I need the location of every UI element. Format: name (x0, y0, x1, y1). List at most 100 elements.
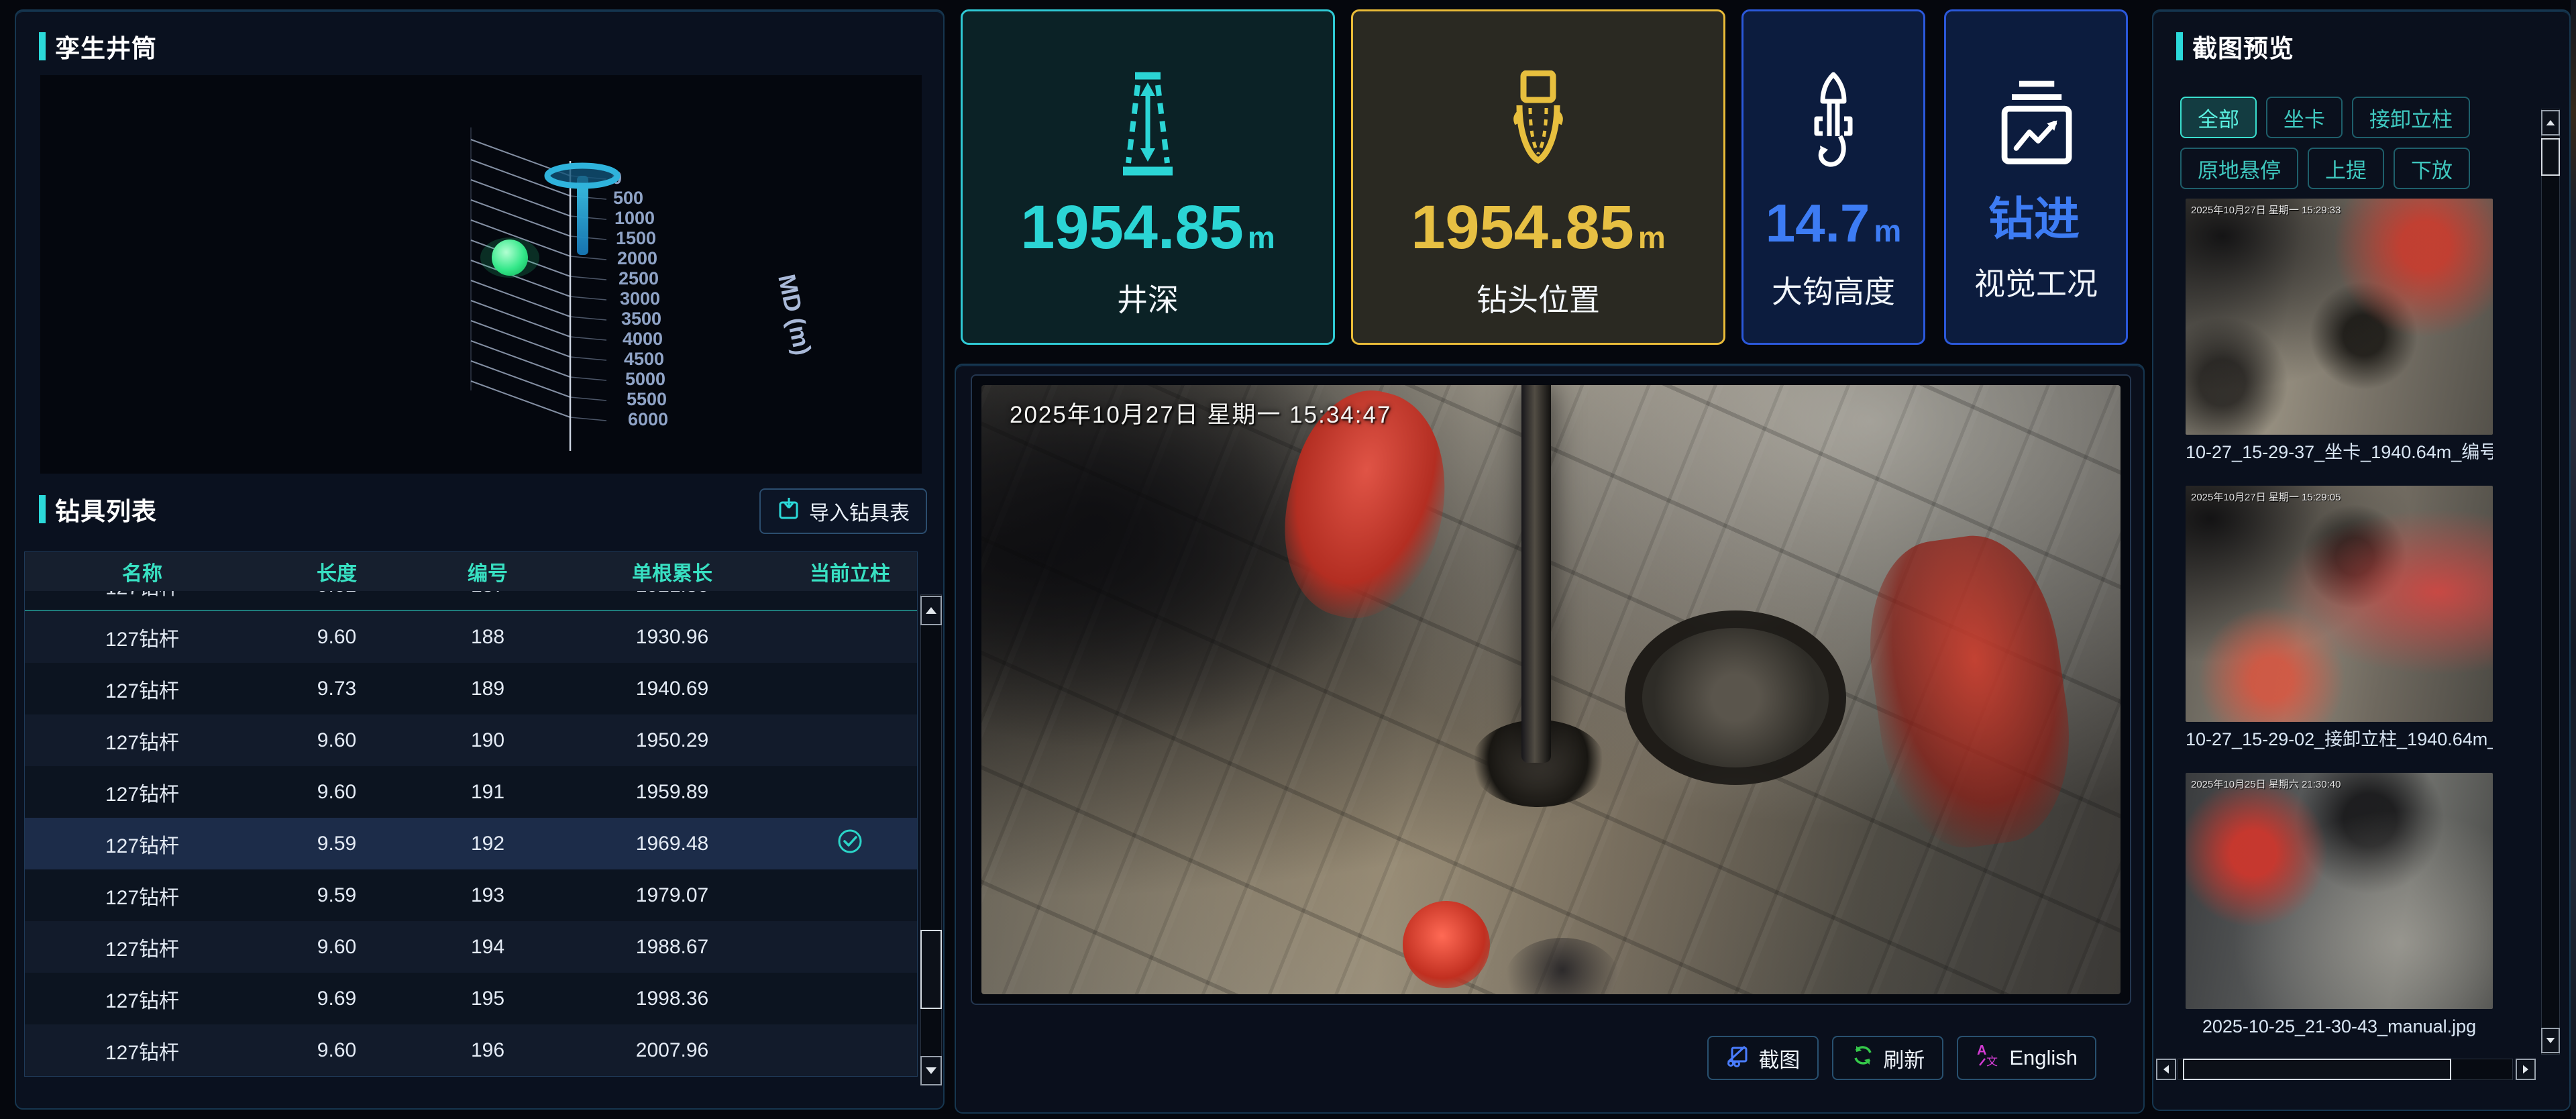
table-row[interactable]: 127钻杆 9.59 192 1969.48 (25, 818, 917, 869)
wellbore-3d-canvas: 0500100015002000250030003500400045005000… (40, 75, 922, 474)
wellbore-3d-view[interactable]: 0500100015002000250030003500400045005000… (40, 75, 922, 474)
chart-monitor-icon (1996, 70, 2076, 178)
hook-icon (1796, 70, 1870, 178)
drill-list-title: 钻具列表 (39, 491, 157, 527)
thumbnail-timestamp-overlay: 2025年10月25日 星期六 21:30:40 (2191, 777, 2341, 791)
col-header-number: 编号 (414, 557, 561, 586)
table-row[interactable]: 127钻杆 9.60 188 1930.96 (25, 611, 917, 663)
thumbnail-image[interactable]: 2025年10月27日 星期一 15:29:33 (2186, 199, 2493, 435)
filter-button-6[interactable]: 下放 (2394, 148, 2470, 189)
preview-scroll-down-button[interactable] (2541, 1028, 2560, 1053)
panel-title-text: 孪生井筒 (55, 28, 157, 64)
svg-text:5500: 5500 (627, 389, 667, 409)
thumbnail-caption: 2025-10-25_21-30-43_manual.jpg (2186, 1014, 2493, 1038)
twin-wellbore-title: 孪生井筒 (39, 28, 157, 64)
screenshot-thumbnail[interactable]: 2025年10月25日 星期六 21:30:40 2025-10-25_21-3… (2186, 773, 2493, 1038)
thumbnail-image[interactable]: 2025年10月27日 星期一 15:29:05 (2186, 486, 2493, 722)
screenshot-thumbnail[interactable]: 2025年10月27日 星期一 15:29:05 10-27_15-29-02_… (2186, 486, 2493, 751)
filter-button-3[interactable]: 接卸立柱 (2352, 97, 2470, 138)
arrow-down-icon (926, 1067, 936, 1074)
wellhead-ring-3d (547, 166, 617, 186)
drill-table-body: 127钻杆 9.60 188 1930.96 127钻杆 9.73 189 19… (25, 611, 917, 1076)
col-header-current-stand: 当前立柱 (783, 557, 917, 586)
import-icon (777, 496, 801, 526)
table-row[interactable]: 127钻杆 9.69 195 1998.36 (25, 973, 917, 1024)
thumbnail-image[interactable]: 2025年10月25日 星期六 21:30:40 (2186, 773, 2493, 1009)
bit-position-label: 钻头位置 (1477, 276, 1600, 320)
screenshot-button[interactable]: 截图 (1707, 1036, 1819, 1080)
arrow-up-icon (2546, 120, 2555, 125)
video-feed[interactable]: 2025年10月27日 星期一 15:34:47 (981, 385, 2121, 994)
preview-scrollbar-track[interactable] (2541, 109, 2560, 1055)
thumbnail-caption: 10-27_15-29-02_接卸立柱_1940.64m_编号 (2186, 727, 2493, 751)
col-header-length: 长度 (260, 557, 414, 586)
preview-scroll-left-button[interactable] (2156, 1059, 2176, 1080)
table-scroll-up-button[interactable] (920, 596, 942, 625)
clipped-edge-content (2571, 0, 2576, 1119)
svg-text:4500: 4500 (624, 349, 664, 369)
table-row[interactable]: 127钻杆 9.73 189 1940.69 (25, 663, 917, 714)
table-row[interactable]: 127钻杆 9.59 193 1979.07 (25, 869, 917, 921)
col-header-name: 名称 (25, 557, 260, 586)
table-row[interactable]: 127钻杆 9.60 194 1988.67 (25, 921, 917, 973)
svg-text:1500: 1500 (616, 228, 656, 248)
table-row[interactable]: 127钻杆 9.60 190 1950.29 (25, 714, 917, 766)
preview-scroll-up-button[interactable] (2541, 110, 2560, 136)
thumbnail-timestamp-overlay: 2025年10月27日 星期一 15:29:33 (2191, 203, 2341, 217)
filter-button-2[interactable]: 坐卡 (2266, 97, 2343, 138)
well-depth-icon (1108, 70, 1188, 178)
filter-button-4[interactable]: 原地悬停 (2180, 148, 2298, 189)
video-drill-pipe (1521, 385, 1551, 763)
table-row[interactable]: 127钻杆 9.60 191 1959.89 (25, 766, 917, 818)
hook-height-card: 14.7 m 大钩高度 (1741, 9, 1925, 345)
arrow-left-icon (2163, 1065, 2169, 1074)
arrow-up-icon (926, 607, 936, 614)
check-icon (836, 827, 864, 861)
twin-wellbore-panel: 孪生井筒 05001000150020002500300035004000450… (15, 9, 945, 1110)
thumbnail-timestamp-overlay: 2025年10月27日 星期一 15:29:05 (2191, 490, 2341, 504)
video-timestamp-overlay: 2025年10月27日 星期一 15:34:47 (1010, 396, 1391, 430)
screenshot-preview-title-text: 截图预览 (2192, 28, 2294, 64)
preview-scroll-right-button[interactable] (2516, 1059, 2536, 1080)
visual-condition-label: 视觉工况 (1974, 260, 2098, 304)
svg-text:1000: 1000 (614, 208, 655, 228)
preview-scrollbar-thumb[interactable] (2541, 138, 2560, 176)
thumbnail-caption: 10-27_15-29-37_坐卡_1940.64m_编号_1 (2186, 440, 2493, 464)
refresh-button[interactable]: 刷新 (1832, 1036, 1943, 1080)
md-axis-label: MD (m) (773, 272, 816, 358)
clipped-table-row[interactable]: 127钻杆 9.61 187 1921.36 (25, 591, 917, 611)
well-depth-card: 1954.85 m 井深 (961, 9, 1335, 345)
preview-hscrollbar-thumb[interactable] (2183, 1059, 2451, 1080)
well-depth-label: 井深 (1117, 276, 1179, 320)
visual-condition-value: 钻进 (1988, 197, 2084, 242)
visual-condition-card: 钻进 视觉工况 (1944, 9, 2128, 345)
arrow-down-icon (2546, 1038, 2555, 1043)
drill-table-header: 名称 长度 编号 单根累长 当前立柱 (25, 552, 917, 591)
svg-text:6000: 6000 (628, 409, 668, 429)
table-scrollbar-thumb[interactable] (920, 930, 942, 1009)
language-toggle-button[interactable]: A 文 English (1957, 1036, 2096, 1080)
svg-text:2000: 2000 (617, 248, 657, 268)
screenshot-thumbnail[interactable]: 2025年10月27日 星期一 15:29:33 10-27_15-29-37_… (2186, 199, 2493, 464)
svg-text:文: 文 (1986, 1055, 1998, 1068)
screenshot-filter-group: 全部坐卡接卸立柱原地悬停上提下放 (2180, 97, 2542, 189)
drill-bit-icon (1498, 70, 1578, 178)
filter-button-1[interactable]: 全部 (2180, 97, 2257, 138)
drill-table: 名称 长度 编号 单根累长 当前立柱 127钻杆 9.61 187 1921.3… (24, 551, 918, 1077)
video-button-row: 截图 刷新 A 文 (1707, 1036, 2096, 1080)
import-drill-table-button[interactable]: 导入钻具表 (759, 488, 927, 534)
svg-text:A: A (1977, 1043, 1986, 1058)
svg-text:500: 500 (613, 188, 643, 208)
table-scroll-down-button[interactable] (920, 1056, 942, 1085)
bit-marker-3d (492, 239, 528, 276)
import-button-label: 导入钻具表 (809, 496, 910, 526)
refresh-icon (1851, 1043, 1875, 1073)
screenshot-preview-panel: 截图预览 全部坐卡接卸立柱原地悬停上提下放 2025年10月27日 星期一 15… (2152, 9, 2571, 1111)
video-frame: 2025年10月27日 星期一 15:34:47 (971, 374, 2131, 1005)
accent-bar (2176, 32, 2183, 60)
video-worker-helmet (1403, 901, 1490, 988)
table-row[interactable]: 127钻杆 9.60 196 2007.96 (25, 1024, 917, 1076)
dashboard-root: 孪生井筒 05001000150020002500300035004000450… (0, 0, 2576, 1119)
table-scrollbar-track[interactable] (920, 594, 942, 1085)
filter-button-5[interactable]: 上提 (2308, 148, 2384, 189)
